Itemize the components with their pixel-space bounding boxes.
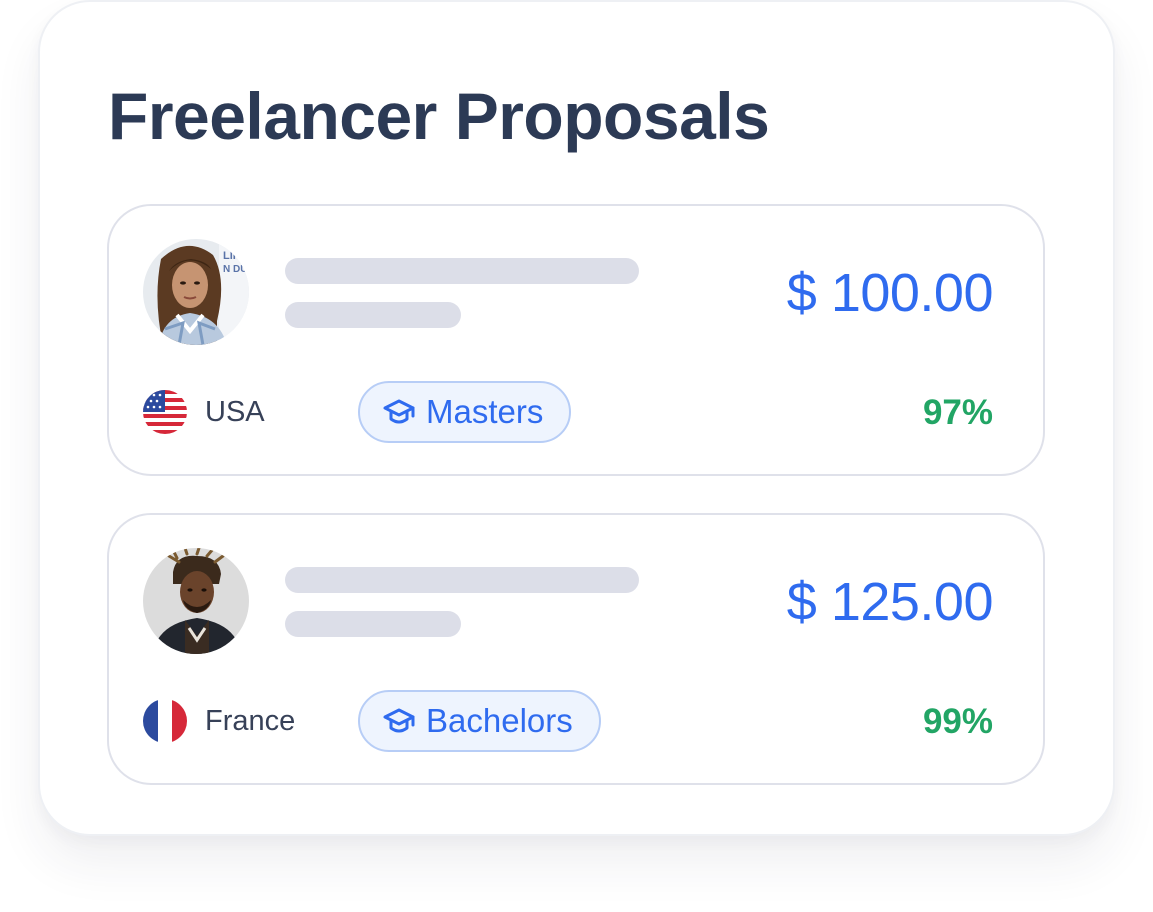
country-label: USA <box>205 396 265 428</box>
education-label: Masters <box>426 393 544 430</box>
country-label: France <box>205 705 296 737</box>
france-flag-icon <box>143 699 187 743</box>
avatar <box>143 548 249 654</box>
proposal-card[interactable]: $ 125.00 France Bachelors 99% <box>107 513 1045 785</box>
proposal-price: $ 100.00 <box>786 263 994 323</box>
education-badge: Masters <box>358 381 572 443</box>
usa-flag-icon <box>143 390 187 434</box>
subtitle-placeholder <box>285 611 461 637</box>
name-placeholder <box>285 258 639 284</box>
education-badge: Bachelors <box>358 690 601 752</box>
match-score: 97% <box>922 393 993 432</box>
subtitle-placeholder <box>285 302 461 328</box>
name-placeholder <box>285 567 639 593</box>
graduation-cap-icon <box>383 708 415 733</box>
graduation-cap-icon <box>383 399 415 424</box>
svg-text:LIFE: LIFE <box>223 250 247 262</box>
svg-text:N DU: N DU <box>223 264 247 275</box>
education-label: Bachelors <box>426 702 573 739</box>
proposal-card[interactable]: LIFE N DU $ 100.00 USA Masters 97% <box>107 204 1045 476</box>
avatar: LIFE N DU <box>143 239 249 345</box>
proposal-price: $ 125.00 <box>786 572 994 632</box>
page-title: Freelancer Proposals <box>108 79 770 153</box>
match-score: 99% <box>922 702 993 741</box>
